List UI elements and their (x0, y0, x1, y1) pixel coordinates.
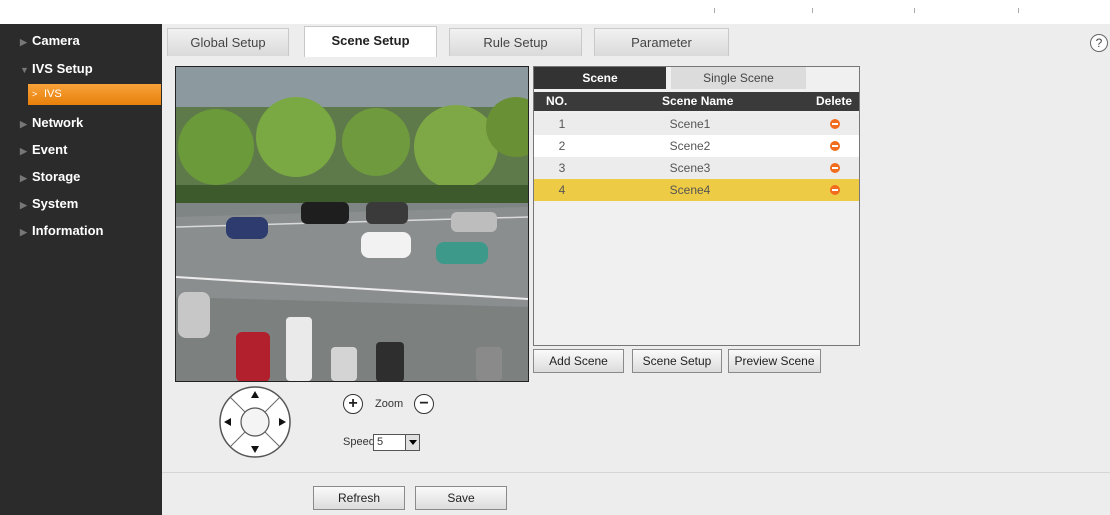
row-no: 1 (558, 117, 566, 131)
sidebar-item-label: Event (32, 142, 68, 157)
sidebar-item-ivs-setup[interactable]: ▼ IVS Setup (20, 58, 93, 80)
tab-scene[interactable]: Scene (534, 67, 666, 89)
zoom-out-button[interactable]: − (414, 394, 434, 414)
tab-global-setup[interactable]: Global Setup (167, 28, 289, 56)
zoom-in-button[interactable]: + (343, 394, 363, 414)
sidebar-item-label: IVS Setup (32, 61, 93, 76)
sidebar-item-label: Storage (32, 169, 81, 184)
column-header-delete: Delete (816, 94, 853, 108)
sidebar-item-camera[interactable]: ▶ Camera (20, 30, 80, 52)
camera-feed-image (176, 67, 528, 381)
top-divider (914, 8, 915, 13)
top-divider (714, 8, 715, 13)
speed-select[interactable]: 5 (373, 434, 420, 451)
scene-setup-button[interactable]: Scene Setup (632, 349, 722, 373)
triangle-right-icon: ▶ (20, 37, 27, 47)
sidebar-item-network[interactable]: ▶ Network (20, 112, 83, 134)
sidebar-item-label: Information (32, 223, 104, 238)
row-scene-name: Scene1 (669, 117, 711, 131)
row-no: 4 (558, 183, 566, 197)
triangle-right-icon: ▶ (20, 119, 27, 129)
top-divider (1018, 8, 1019, 13)
sidebar-item-label: System (32, 196, 79, 211)
table-row[interactable]: 2 Scene2 (534, 135, 859, 157)
tab-scene-setup[interactable]: Scene Setup (304, 26, 437, 57)
minus-circle-icon[interactable] (830, 185, 840, 195)
triangle-right-icon: ▶ (20, 200, 27, 210)
tab-rule-setup[interactable]: Rule Setup (449, 28, 582, 56)
sidebar-item-system[interactable]: ▶ System (20, 193, 78, 215)
minus-circle-icon[interactable] (830, 141, 840, 151)
triangle-right-icon: ▶ (20, 227, 27, 237)
triangle-down-icon: ▼ (20, 65, 29, 75)
table-header: NO. Scene Name Delete (534, 92, 859, 111)
column-header-scene-name: Scene Name (662, 94, 734, 108)
sidebar-subitem-ivs[interactable]: > IVS (28, 84, 161, 105)
top-divider (812, 8, 813, 13)
sidebar-item-label: Camera (32, 33, 80, 48)
row-no: 2 (558, 139, 566, 153)
sidebar-item-information[interactable]: ▶ Information (20, 220, 104, 242)
table-row[interactable]: 1 Scene1 (534, 113, 859, 135)
footer-divider (162, 472, 1110, 473)
triangle-right-icon: ▶ (20, 173, 27, 183)
speed-label: Speed (343, 436, 375, 448)
scene-panel: Scene Single Scene NO. Scene Name Delete… (533, 66, 860, 346)
sidebar-item-storage[interactable]: ▶ Storage (20, 166, 80, 188)
sidebar-subitem-label: IVS (44, 88, 62, 100)
row-scene-name: Scene2 (669, 139, 711, 153)
refresh-button[interactable]: Refresh (313, 486, 405, 510)
top-bar (0, 0, 1110, 13)
ptz-direction-pad[interactable] (218, 385, 292, 459)
sidebar-item-label: Network (32, 115, 84, 130)
column-header-no: NO. (546, 94, 568, 108)
row-scene-name: Scene4 (669, 183, 711, 197)
table-row-selected[interactable]: 4 Scene4 (534, 179, 859, 201)
video-preview (175, 66, 529, 382)
row-no: 3 (558, 161, 566, 175)
chevron-down-icon[interactable] (405, 435, 419, 450)
zoom-label: Zoom (375, 398, 404, 410)
sidebar-item-event[interactable]: ▶ Event (20, 139, 67, 161)
save-button[interactable]: Save (415, 486, 507, 510)
triangle-right-icon: ▶ (20, 146, 27, 156)
tab-parameter[interactable]: Parameter (594, 28, 729, 56)
minus-circle-icon[interactable] (830, 163, 840, 173)
table-row[interactable]: 3 Scene3 (534, 157, 859, 179)
question-circle-icon[interactable]: ? (1090, 34, 1108, 52)
speed-value: 5 (377, 436, 384, 448)
tab-single-scene[interactable]: Single Scene (671, 67, 806, 89)
preview-scene-button[interactable]: Preview Scene (728, 349, 821, 373)
sidebar: ▶ Camera ▼ IVS Setup > IVS ▶ Network ▶ Event … (0, 24, 162, 515)
minus-circle-icon[interactable] (830, 119, 840, 129)
chevron-right-icon: > (32, 89, 38, 99)
add-scene-button[interactable]: Add Scene (533, 349, 624, 373)
row-scene-name: Scene3 (669, 161, 711, 175)
